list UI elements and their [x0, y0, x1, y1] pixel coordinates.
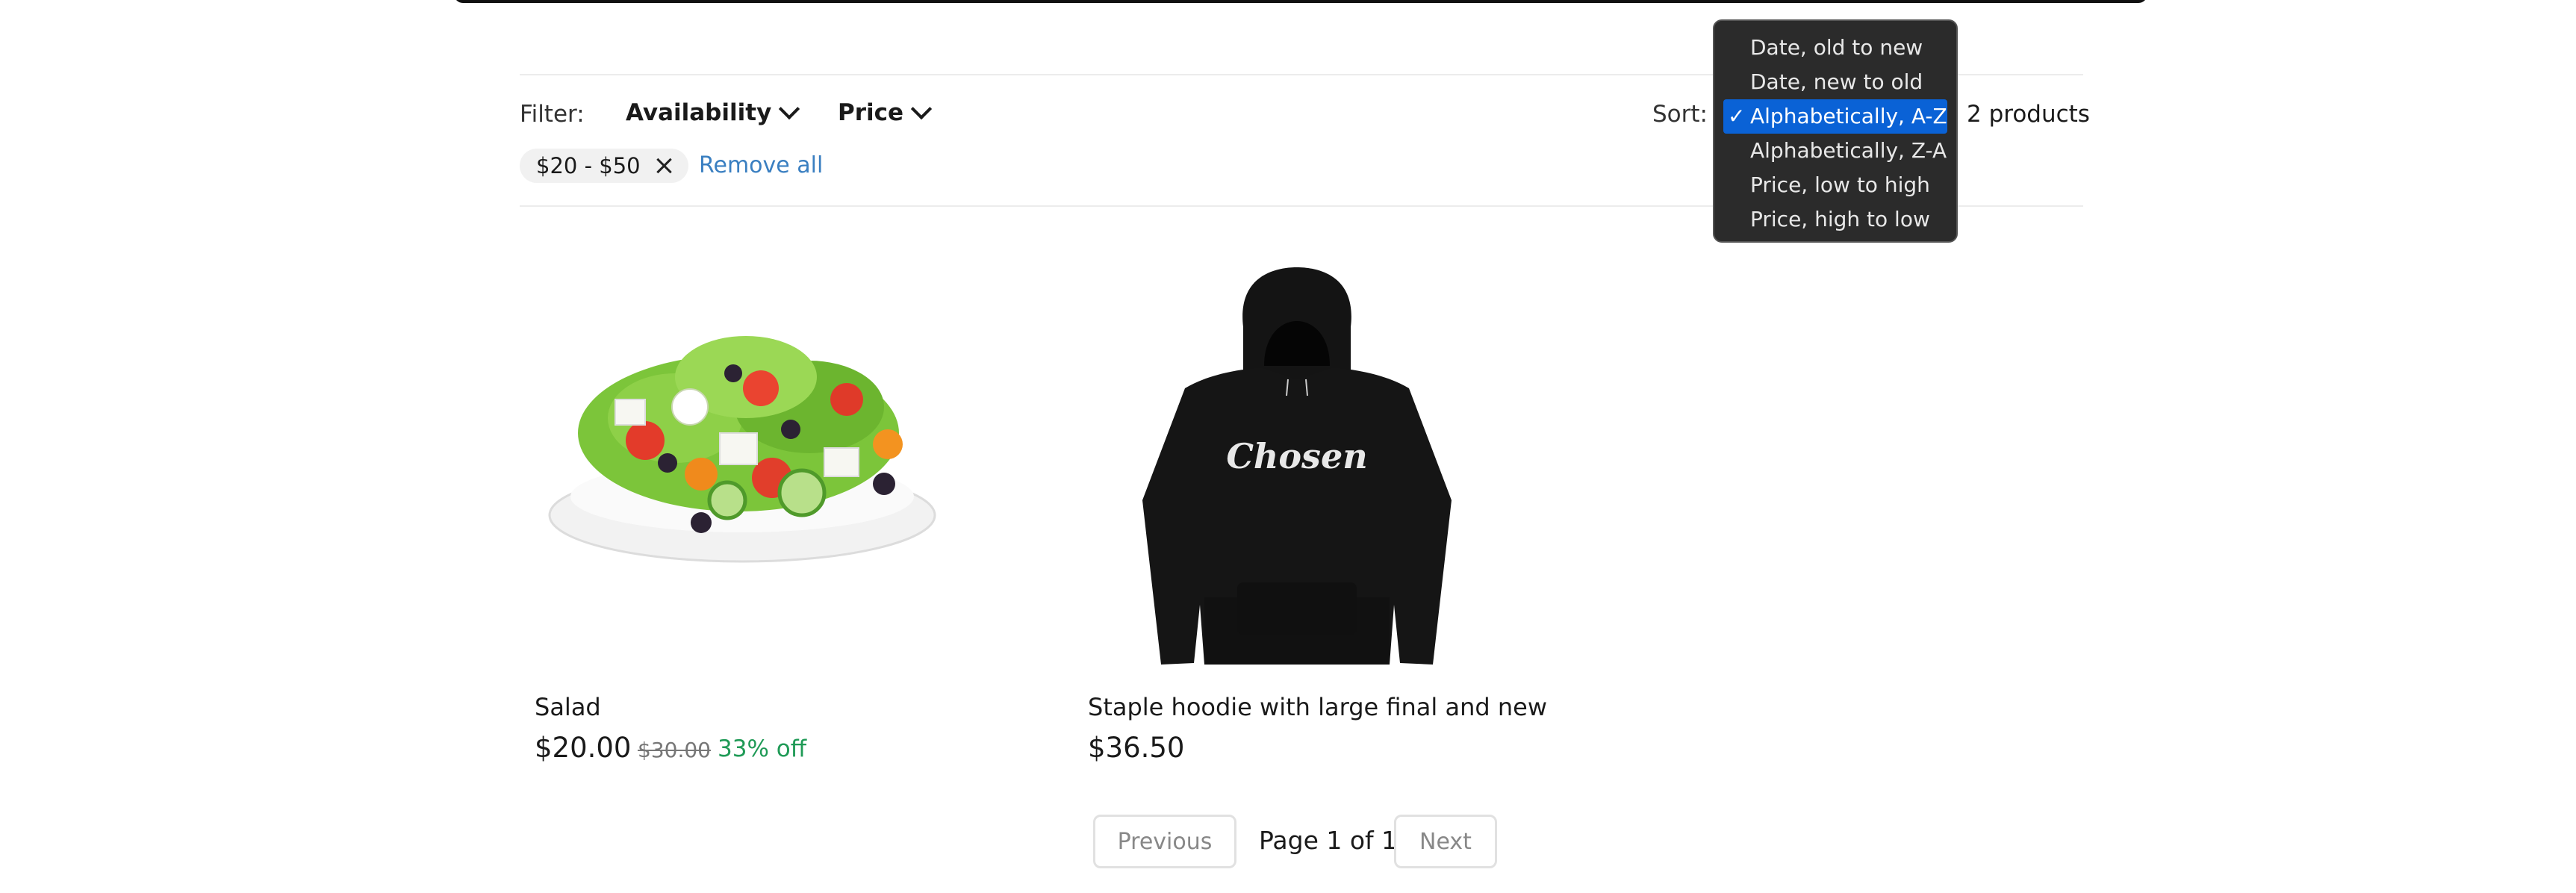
product-count: 2 products — [1967, 101, 2090, 128]
sort-option-label: Date, new to old — [1750, 69, 1923, 94]
page-indicator: Page 1 of 1 — [1259, 826, 1398, 855]
sort-label: Sort: — [1652, 101, 1708, 128]
product-card-salad[interactable]: Salad $20.00 $30.00 33% off — [535, 246, 998, 769]
salad-image[interactable] — [533, 246, 951, 635]
product-discount: 33% off — [718, 735, 807, 762]
remove-all-link[interactable]: Remove all — [699, 152, 823, 178]
product-title[interactable]: Salad — [535, 693, 601, 721]
sort-option-label: Alphabetically, Z-A — [1750, 138, 1947, 163]
sort-option-label: Date, old to new — [1750, 35, 1923, 60]
sort-option[interactable]: Date, old to new — [1723, 31, 1947, 65]
hoodie-print: Chosen — [1226, 436, 1367, 476]
check-icon: ✓ — [1728, 104, 1746, 128]
availability-dropdown[interactable]: Availability — [626, 98, 800, 126]
sort-option[interactable]: Price, high to low — [1723, 202, 1947, 237]
sort-option-selected[interactable]: ✓ Alphabetically, A-Z — [1723, 99, 1947, 134]
next-button[interactable]: Next — [1394, 815, 1497, 868]
product-title[interactable]: Staple hoodie with large final and new — [1088, 693, 1547, 721]
active-filter-chip[interactable]: $20 - $50 — [520, 149, 688, 183]
sort-option-label: Price, high to low — [1750, 207, 1930, 231]
search-bar-frame — [454, 0, 2147, 3]
product-price: $36.50 — [1088, 732, 1185, 764]
sort-dropdown-menu[interactable]: Date, old to new Date, new to old ✓ Alpha… — [1713, 19, 1958, 243]
price-dropdown[interactable]: Price — [838, 98, 933, 126]
filter-label: Filter: — [520, 101, 585, 128]
sort-option-label: Alphabetically, A-Z — [1750, 104, 1947, 128]
chevron-down-icon — [910, 98, 933, 120]
chevron-down-icon — [779, 98, 800, 120]
price-label: Price — [838, 99, 904, 126]
hoodie-image[interactable]: Chosen — [1088, 246, 1506, 672]
sort-option-label: Price, low to high — [1750, 172, 1930, 197]
sort-option[interactable]: Date, new to old — [1723, 65, 1947, 99]
product-card-hoodie[interactable]: Chosen Staple hoodie with large final an… — [1088, 246, 1551, 769]
sort-option[interactable]: Alphabetically, Z-A — [1723, 134, 1947, 168]
previous-button[interactable]: Previous — [1093, 815, 1236, 868]
product-price: $20.00 — [535, 732, 632, 764]
availability-label: Availability — [626, 99, 772, 126]
sort-option[interactable]: Price, low to high — [1723, 168, 1947, 202]
close-icon[interactable] — [656, 158, 672, 174]
product-compare-price: $30.00 — [638, 738, 711, 762]
active-filter-label: $20 - $50 — [536, 153, 641, 178]
